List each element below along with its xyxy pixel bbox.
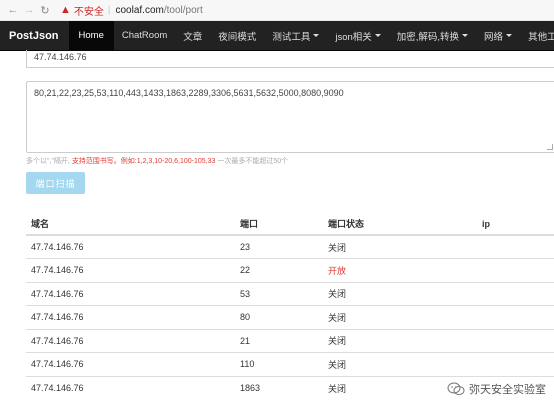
ports-hint: 多个以","隔开, 支持范围书写。例如:1,2,3,10-20,6,100-10… (26, 156, 288, 166)
table-header-row: 域名 端口 端口状态 ip (26, 213, 554, 236)
nav-item-1[interactable]: ChatRoom (114, 21, 175, 50)
cell-domain: 47.74.146.76 (26, 258, 235, 282)
nav-item-label: json相关 (335, 31, 372, 43)
cell-domain: 47.74.146.76 (26, 305, 235, 329)
nav-item-label: Home (78, 30, 104, 41)
header-ip: ip (477, 213, 554, 236)
port-scan-button[interactable]: 端口扫描 (26, 172, 85, 194)
cell-status: 关闭 (323, 305, 477, 329)
resize-grip-icon[interactable] (547, 144, 553, 150)
cell-domain: 47.74.146.76 (26, 281, 235, 306)
cell-ip (477, 281, 554, 306)
table-row: 47.74.146.76 53 关闭 (26, 281, 554, 306)
header-port-status: 端口状态 (323, 213, 477, 236)
nav-item-label: 夜间模式 (218, 31, 257, 43)
cell-domain: 47.74.146.76 (26, 234, 235, 259)
nav-item-8[interactable]: 其他工 (520, 21, 554, 50)
nav-item-7[interactable]: 网络 (476, 21, 520, 50)
browser-toolbar: ← → ↻ ▲ 不安全 | coolaf.com/tool/port (0, 0, 554, 21)
forward-arrow-icon[interactable]: → (22, 3, 36, 17)
cell-port: 23 (235, 234, 323, 259)
watermark: 弥天安全实验室 (447, 381, 546, 397)
table-row: 47.74.146.76 21 关闭 (26, 328, 554, 353)
ports-value: 80,21,22,23,25,53,110,443,1433,1863,2289… (34, 88, 344, 98)
caret-down-icon (374, 34, 381, 37)
table-row: 47.74.146.76 80 关闭 (26, 305, 554, 329)
cell-ip (477, 352, 554, 376)
cell-ip (477, 258, 554, 282)
cell-domain: 47.74.146.76 (26, 328, 235, 353)
url-host[interactable]: coolaf.com (116, 5, 164, 16)
cell-port: 22 (235, 258, 323, 282)
url-path[interactable]: /tool/port (164, 5, 203, 16)
nav-item-label: 测试工具 (272, 31, 311, 43)
nav-item-5[interactable]: json相关 (327, 21, 388, 50)
cell-port: 110 (235, 352, 323, 376)
header-domain: 域名 (26, 213, 235, 236)
brand-logo[interactable]: PostJson (0, 21, 69, 50)
site-navbar: PostJson Home ChatRoom 文章 夜间模式 测试工具 json相关 加密,… (0, 21, 554, 51)
cell-domain: 47.74.146.76 (26, 375, 235, 400)
cell-status: 关闭 (323, 281, 477, 306)
cell-domain: 47.74.146.76 (26, 352, 235, 376)
cell-ip (477, 234, 554, 259)
header-port: 端口 (235, 213, 323, 236)
nav-item-label: 其他工 (528, 31, 554, 43)
caret-down-icon (462, 34, 469, 37)
cell-ip (477, 305, 554, 329)
reload-icon[interactable]: ↻ (38, 3, 52, 17)
security-label[interactable]: 不安全 (74, 3, 104, 18)
table-row: 47.74.146.76 22 开放 (26, 258, 554, 282)
address-separator: | (107, 4, 111, 16)
caret-down-icon (506, 34, 513, 37)
cell-ip (477, 328, 554, 353)
address-bar[interactable]: ▲ 不安全 | coolaf.com/tool/port (60, 3, 203, 18)
nav-item-4[interactable]: 测试工具 (264, 21, 327, 50)
caret-down-icon (313, 34, 320, 37)
cell-status: 开放 (323, 258, 477, 282)
table-row: 47.74.146.76 110 关闭 (26, 352, 554, 376)
back-arrow-icon[interactable]: ← (6, 3, 20, 17)
cell-port: 1863 (235, 375, 323, 400)
hint-suffix: 一次最多不能超过50个 (217, 158, 289, 165)
nav-item-label: 加密,解码,转换 (396, 31, 460, 43)
nav-item-label: 文章 (183, 31, 203, 43)
result-table: 域名 端口 端口状态 ip 47.74.146.76 23 关闭 47.74.146.… (26, 213, 554, 400)
cell-status: 关闭 (323, 234, 477, 259)
nav-item-6[interactable]: 加密,解码,转换 (389, 21, 476, 50)
ip-input[interactable]: 47.74.146.76 (26, 50, 554, 68)
watermark-text: 弥天安全实验室 (469, 384, 546, 396)
nav-item-label: ChatRoom (121, 30, 168, 41)
hint-highlight: 支持范围书写。例如:1,2,3,10-20,6,100-105,33 (71, 158, 216, 165)
cell-port: 21 (235, 328, 323, 353)
wechat-icon (447, 382, 465, 395)
warning-icon[interactable]: ▲ (60, 4, 71, 16)
nav-item-3[interactable]: 夜间模式 (210, 21, 264, 50)
cell-port: 53 (235, 281, 323, 306)
cell-port: 80 (235, 305, 323, 329)
table-row: 47.74.146.76 23 关闭 (26, 234, 554, 259)
cell-status: 关闭 (323, 352, 477, 376)
hint-prefix: 多个以","隔开, (26, 158, 70, 165)
cell-status: 关闭 (323, 328, 477, 353)
ports-textarea[interactable]: 80,21,22,23,25,53,110,443,1433,1863,2289… (26, 81, 554, 153)
nav-item-label: 网络 (484, 31, 504, 43)
nav-item-2[interactable]: 文章 (175, 21, 210, 50)
nav-item-0[interactable]: Home (68, 21, 114, 50)
